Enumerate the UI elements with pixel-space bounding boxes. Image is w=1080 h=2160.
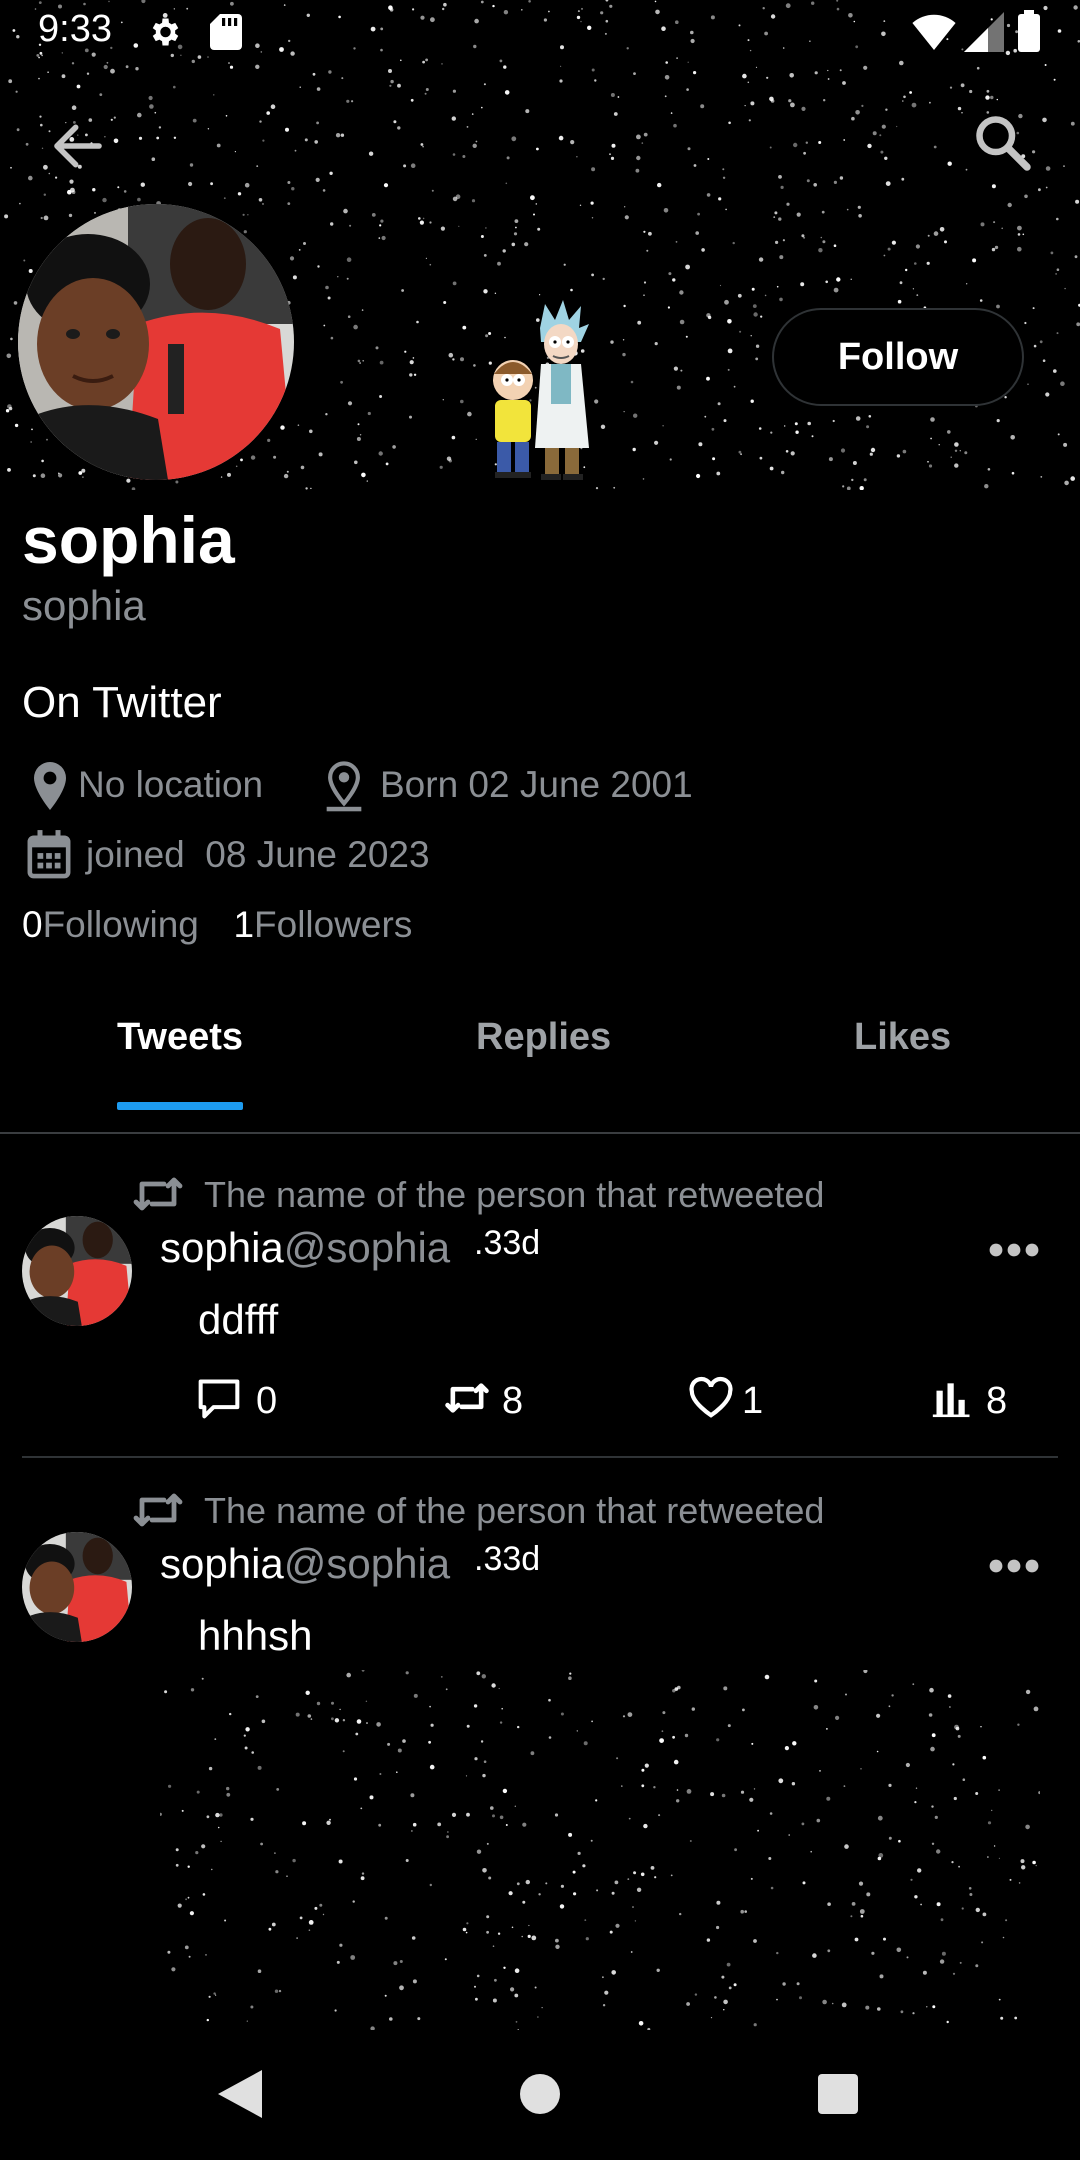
- views-bar-chart-icon[interactable]: [930, 1376, 976, 1420]
- tab-divider: [0, 1132, 1080, 1134]
- tweet-author-handle: @sophia: [283, 1224, 451, 1271]
- birthday-pin-icon: [326, 761, 362, 812]
- more-options-icon[interactable]: [988, 1240, 1040, 1260]
- calendar-icon: [27, 830, 71, 879]
- followers-label: Followers: [254, 904, 413, 945]
- following-label: Following: [42, 904, 199, 945]
- followers-count: 1: [233, 904, 255, 945]
- tweet-avatar[interactable]: [22, 1216, 132, 1326]
- like-count: 1: [742, 1380, 764, 1422]
- back-arrow-icon[interactable]: [50, 118, 106, 174]
- retweet-icon[interactable]: [444, 1376, 490, 1420]
- retweet-icon: [133, 1177, 183, 1211]
- battery-icon: [1018, 10, 1040, 52]
- tweet-author[interactable]: sophia@sophia: [160, 1224, 450, 1272]
- tab-tweets[interactable]: Tweets: [117, 1016, 243, 1059]
- nav-back-icon[interactable]: [218, 2070, 262, 2118]
- gear-icon: [152, 18, 179, 46]
- profile-joined-date: joined 08 June 2023: [86, 834, 430, 875]
- tweet-text: ddfff: [198, 1296, 279, 1343]
- tweet-text: hhhsh: [198, 1612, 313, 1659]
- tweet-author-name: sophia: [160, 1224, 284, 1271]
- view-count: 8: [986, 1380, 1008, 1422]
- avatar-photo: [22, 1532, 132, 1642]
- tweet-time: .33d: [474, 1540, 541, 1578]
- sd-card-icon: [210, 14, 242, 50]
- active-tab-indicator: [117, 1102, 243, 1110]
- following-link[interactable]: 0Following: [22, 904, 199, 945]
- tweet-author[interactable]: sophia@sophia: [160, 1540, 450, 1588]
- follow-counts: 0Following 1Followers: [22, 904, 412, 946]
- profile-avatar[interactable]: [18, 204, 294, 480]
- profile-display-name: sophia: [22, 503, 235, 577]
- tab-likes[interactable]: Likes: [854, 1016, 951, 1059]
- retweeted-by-label: The name of the person that retweeted: [204, 1174, 825, 1215]
- retweeted-by-label: The name of the person that retweeted: [204, 1490, 825, 1531]
- reply-count: 0: [256, 1380, 278, 1422]
- tweet-time: .33d: [474, 1224, 541, 1262]
- tweet-author-handle: @sophia: [283, 1540, 451, 1587]
- profile-birthdate: Born 02 June 2001: [380, 764, 693, 805]
- tweet-divider: [22, 1456, 1058, 1458]
- starfield-background: [160, 1670, 1040, 2030]
- location-pin-icon: [34, 762, 66, 810]
- following-count: 0: [22, 904, 43, 945]
- status-bar: 9:33: [0, 0, 1080, 64]
- retweet-icon: [133, 1493, 183, 1527]
- profile-handle: sophia: [22, 582, 146, 629]
- profile-location: No location: [78, 764, 264, 805]
- wifi-icon: [912, 14, 956, 50]
- signal-icon: [964, 12, 1004, 52]
- like-heart-icon[interactable]: [688, 1376, 734, 1420]
- tab-replies[interactable]: Replies: [476, 1016, 611, 1059]
- reply-icon[interactable]: [196, 1376, 242, 1420]
- more-options-icon[interactable]: [988, 1556, 1040, 1576]
- follow-button[interactable]: Follow: [772, 308, 1024, 406]
- profile-bio: On Twitter: [22, 678, 222, 727]
- retweet-count: 8: [502, 1380, 524, 1422]
- tweet-author-name: sophia: [160, 1540, 284, 1587]
- status-time: 9:33: [38, 8, 112, 50]
- search-icon[interactable]: [972, 112, 1032, 172]
- avatar-photo: [22, 1216, 132, 1326]
- nav-home-icon[interactable]: [520, 2074, 560, 2114]
- nav-recents-icon[interactable]: [818, 2074, 858, 2114]
- banner-illustration: [493, 300, 589, 480]
- followers-link[interactable]: 1Followers: [233, 904, 412, 945]
- tweet-avatar[interactable]: [22, 1532, 132, 1642]
- avatar-photo: [18, 204, 294, 480]
